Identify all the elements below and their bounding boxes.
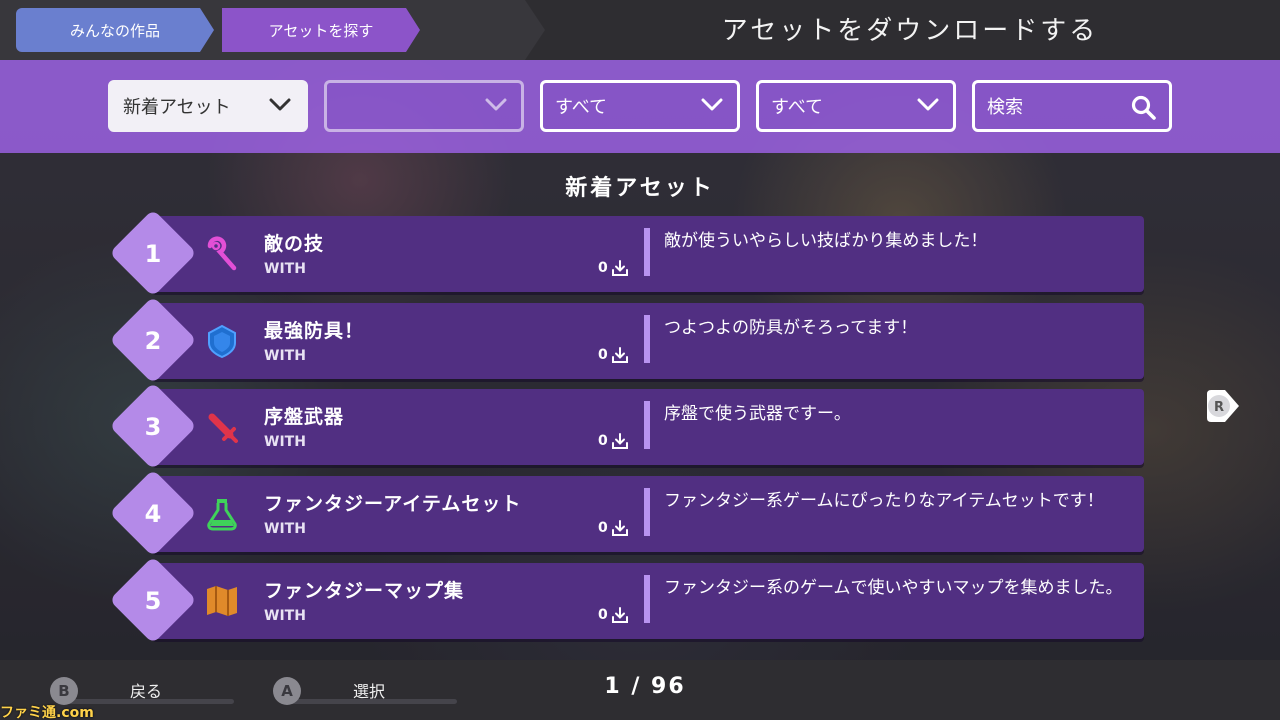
watermark-logo: ファミ通.com bbox=[0, 705, 94, 720]
page-indicator: 1 / 96 bbox=[604, 674, 686, 699]
breadcrumb-current[interactable]: アセットを探す bbox=[222, 8, 420, 52]
download-count: 0 bbox=[598, 432, 629, 450]
asset-row[interactable]: 4 ファンタジーアイテムセット WITH 0 ファンタジー系ゲームにぴったりなア… bbox=[109, 469, 1146, 557]
asset-name: ファンタジーマップ集 bbox=[264, 580, 465, 602]
sword-icon bbox=[204, 409, 240, 445]
search-placeholder: 検索 bbox=[987, 97, 1023, 118]
row-divider bbox=[644, 488, 650, 536]
asset-row[interactable]: 1 敵の技 WITH 0 敵が使ういやらしい技ばかり集めました！ bbox=[109, 209, 1146, 297]
row-divider bbox=[644, 401, 650, 449]
asset-description: 序盤で使う武器ですー。 bbox=[664, 404, 851, 424]
asset-description: ファンタジー系のゲームで使いやすいマップを集めました。 bbox=[664, 578, 1123, 598]
asset-author: WITH bbox=[264, 521, 306, 537]
chevron-down-icon bbox=[269, 98, 291, 112]
rank-number: 5 bbox=[144, 587, 162, 615]
section-title: 新着アセット bbox=[565, 176, 715, 201]
asset-name: 最強防具！ bbox=[264, 320, 365, 342]
rank-number: 2 bbox=[144, 327, 162, 355]
download-count-value: 0 bbox=[598, 520, 608, 536]
download-count-value: 0 bbox=[598, 607, 608, 623]
asset-row[interactable]: 2 最強防具！ WITH 0 つよつよの防具がそろってます！ bbox=[109, 296, 1146, 384]
asset-name: ファンタジーアイテムセット bbox=[264, 493, 522, 515]
top-bar: みんなの作品 アセットを探す アセットをダウンロードする bbox=[0, 0, 1280, 60]
download-icon bbox=[611, 607, 628, 623]
type-dropdown-2[interactable]: すべて bbox=[756, 80, 956, 132]
row-divider bbox=[644, 575, 650, 623]
r-key-label: R bbox=[1214, 400, 1224, 415]
a-button-icon[interactable]: A bbox=[273, 677, 301, 705]
sort-dropdown-value: 新着アセット bbox=[123, 97, 231, 118]
rank-number: 4 bbox=[144, 500, 162, 528]
asset-description: つよつよの防具がそろってます！ bbox=[664, 318, 918, 338]
row-divider bbox=[644, 228, 650, 276]
breadcrumb-home[interactable]: みんなの作品 bbox=[16, 8, 214, 52]
asset-author: WITH bbox=[264, 608, 306, 624]
back-label[interactable]: 戻る bbox=[130, 678, 162, 702]
chevron-down-icon bbox=[917, 98, 939, 112]
download-count-value: 0 bbox=[598, 347, 608, 363]
type-dropdown-2-value: すべて bbox=[771, 97, 824, 118]
asset-author: WITH bbox=[264, 348, 306, 364]
chevron-down-icon bbox=[701, 98, 723, 112]
download-count: 0 bbox=[598, 519, 629, 537]
shield-icon bbox=[204, 323, 240, 359]
asset-name: 序盤武器 bbox=[264, 406, 345, 428]
rank-number: 3 bbox=[144, 413, 162, 441]
asset-row[interactable]: 3 序盤武器 WITH 0 序盤で使う武器ですー。 bbox=[109, 382, 1146, 470]
asset-name: 敵の技 bbox=[264, 233, 325, 255]
download-icon bbox=[611, 433, 628, 449]
asset-row[interactable]: 5 ファンタジーマップ集 WITH 0 ファンタジー系のゲームで使いやすいマップ… bbox=[109, 556, 1146, 644]
wand-icon bbox=[204, 236, 240, 272]
download-icon bbox=[611, 520, 628, 536]
download-icon bbox=[611, 347, 628, 363]
search-input[interactable]: 検索 bbox=[972, 80, 1172, 132]
chevron-down-icon bbox=[485, 98, 507, 112]
asset-author: WITH bbox=[264, 261, 306, 277]
download-count: 0 bbox=[598, 346, 629, 364]
download-icon bbox=[611, 260, 628, 276]
rank-number: 1 bbox=[144, 240, 162, 268]
category-dropdown[interactable] bbox=[324, 80, 524, 132]
download-count: 0 bbox=[598, 606, 629, 624]
map-icon bbox=[204, 583, 240, 619]
asset-description: 敵が使ういやらしい技ばかり集めました！ bbox=[664, 231, 988, 251]
type-dropdown-1-value: すべて bbox=[555, 97, 608, 118]
search-icon[interactable] bbox=[1131, 95, 1157, 121]
asset-description: ファンタジー系ゲームにぴったりなアイテムセットです！ bbox=[664, 491, 1104, 511]
download-count: 0 bbox=[598, 259, 629, 277]
next-page-button[interactable]: R bbox=[1203, 386, 1243, 426]
asset-author: WITH bbox=[264, 434, 306, 450]
select-label[interactable]: 選択 bbox=[353, 678, 385, 702]
page-title: アセットをダウンロードする bbox=[721, 16, 1099, 46]
b-button-icon[interactable]: B bbox=[50, 677, 78, 705]
potion-icon bbox=[204, 496, 240, 532]
download-count-value: 0 bbox=[598, 260, 608, 276]
row-divider bbox=[644, 315, 650, 363]
download-count-value: 0 bbox=[598, 433, 608, 449]
sort-dropdown[interactable]: 新着アセット bbox=[108, 80, 308, 132]
type-dropdown-1[interactable]: すべて bbox=[540, 80, 740, 132]
